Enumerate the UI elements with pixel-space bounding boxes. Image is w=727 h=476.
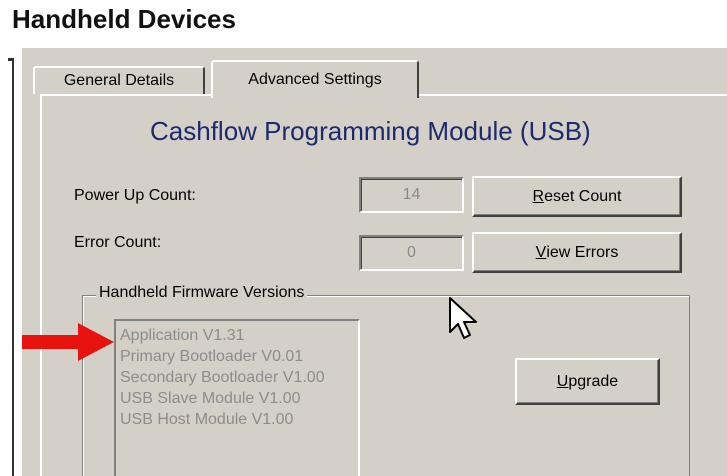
reset-count-button[interactable]: Reset Count	[472, 176, 682, 217]
left-divider	[8, 58, 14, 476]
firmware-versions-group-label: Handheld Firmware Versions	[96, 284, 308, 302]
tab-general-details-label: General Details	[63, 72, 175, 89]
module-title: Cashflow Programming Module (USB)	[150, 116, 591, 146]
error-count-field[interactable]: 0	[359, 235, 464, 271]
tab-advanced-settings-label: Advanced Settings	[248, 71, 382, 88]
reset-count-mnemonic: R	[532, 187, 545, 205]
view-errors-button[interactable]: View Errors	[472, 232, 682, 273]
view-errors-label: iew Errors	[546, 243, 619, 261]
power-up-count-label: Power Up Count:	[74, 187, 196, 204]
mouse-cursor-icon	[448, 296, 482, 347]
list-item[interactable]: USB Host Module V1.00	[120, 409, 358, 430]
view-errors-mnemonic: V	[535, 243, 547, 261]
upgrade-mnemonic: U	[556, 372, 569, 390]
tab-general-details[interactable]: General Details	[33, 66, 205, 94]
reset-count-label: eset Count	[544, 187, 622, 205]
list-item[interactable]: Secondary Bootloader V1.00	[120, 367, 358, 388]
list-item[interactable]: Application V1.31	[120, 325, 358, 346]
list-item[interactable]: Primary Bootloader V0.01	[120, 346, 358, 367]
upgrade-label: pgrade	[568, 372, 619, 390]
error-count-label: Error Count:	[74, 234, 162, 251]
red-arrow-icon	[22, 323, 114, 366]
firmware-versions-list[interactable]: Application V1.31 Primary Bootloader V0.…	[114, 319, 360, 476]
upgrade-button[interactable]: Upgrade	[515, 358, 660, 405]
power-up-count-field[interactable]: 14	[359, 177, 464, 213]
page-title: Handheld Devices	[12, 4, 236, 34]
tab-advanced-settings[interactable]: Advanced Settings	[211, 60, 419, 98]
list-item[interactable]: USB Slave Module V1.00	[120, 388, 358, 409]
